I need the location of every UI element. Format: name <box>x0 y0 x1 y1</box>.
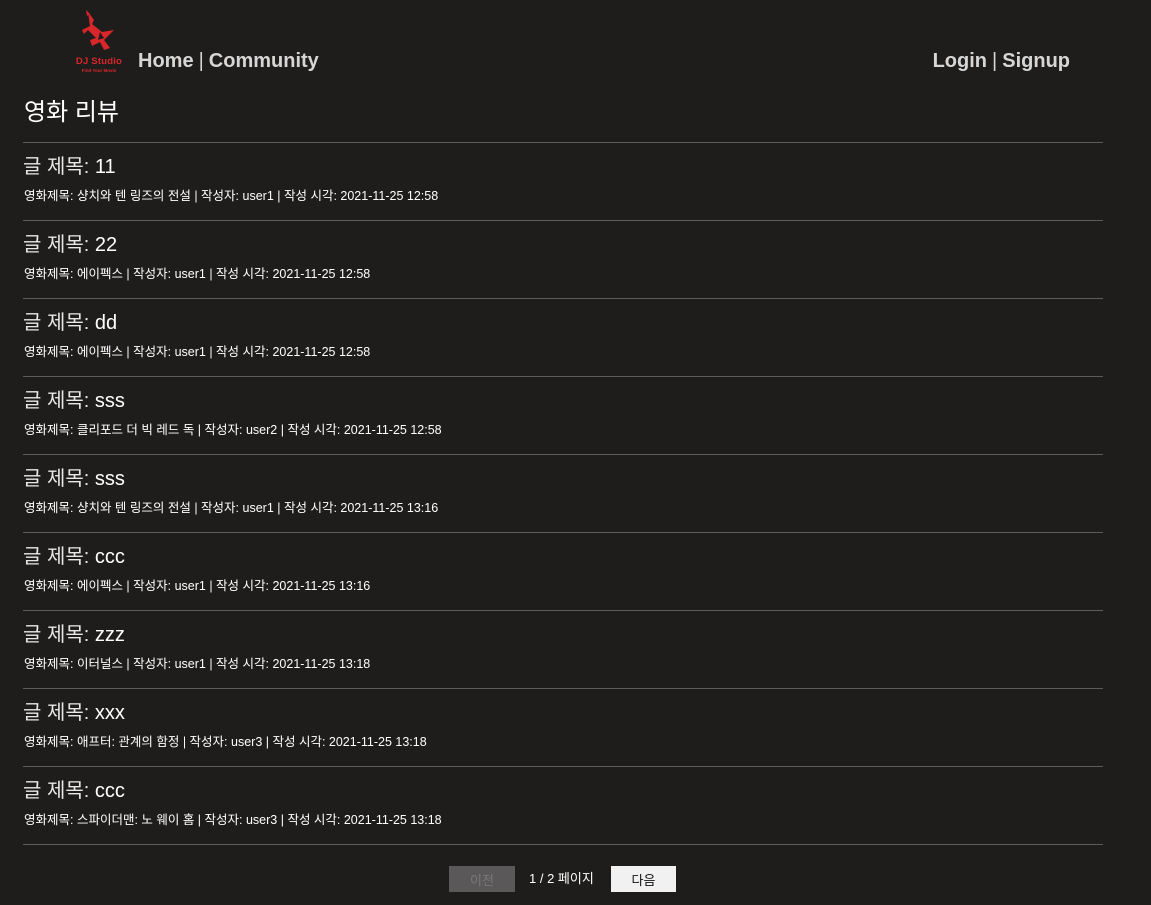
post-title-value: 22 <box>94 234 118 256</box>
nav-separator: | <box>198 50 204 72</box>
post-item[interactable]: 글 제목: xxx 영화제목: 애프터: 관계의 함정 | 작성자: user3… <box>23 689 1103 767</box>
post-item[interactable]: 글 제목: sss 영화제목: 클리포드 더 빅 레드 독 | 작성자: use… <box>23 377 1103 455</box>
post-title-value: xxx <box>94 702 125 724</box>
pagination: 이전 1 / 2 페이지 다음 <box>0 866 1151 892</box>
post-item[interactable]: 글 제목: ccc 영화제목: 스파이더맨: 노 웨이 홈 | 작성자: use… <box>23 767 1103 845</box>
post-title-value: sss <box>94 468 125 490</box>
post-title: 글 제목: ccc <box>23 544 125 570</box>
post-meta: 영화제목: 이터널스 | 작성자: user1 | 작성 시각: 2021-11… <box>24 657 371 671</box>
post-item[interactable]: 글 제목: dd 영화제목: 에이펙스 | 작성자: user1 | 작성 시각… <box>23 299 1103 377</box>
post-title-label: 글 제목: <box>23 390 95 412</box>
post-meta: 영화제목: 스파이더맨: 노 웨이 홈 | 작성자: user3 | 작성 시각… <box>24 813 442 827</box>
post-meta: 영화제목: 에이펙스 | 작성자: user1 | 작성 시각: 2021-11… <box>24 267 371 281</box>
post-title-label: 글 제목: <box>23 312 95 334</box>
post-title-value: zzz <box>94 624 125 646</box>
post-title: 글 제목: 22 <box>23 232 117 258</box>
nav-home-link[interactable]: Home <box>138 50 194 72</box>
post-title: 글 제목: xxx <box>23 700 125 726</box>
post-meta: 영화제목: 클리포드 더 빅 레드 독 | 작성자: user2 | 작성 시각… <box>24 423 442 437</box>
post-item[interactable]: 글 제목: zzz 영화제목: 이터널스 | 작성자: user1 | 작성 시… <box>23 611 1103 689</box>
nav-signup-link[interactable]: Signup <box>1002 50 1070 72</box>
navbar: DJ Studio Find Your Movie Home | Community… <box>0 0 1151 95</box>
post-meta: 영화제목: 샹치와 텐 링즈의 전설 | 작성자: user1 | 작성 시각:… <box>24 189 439 203</box>
post-title-value: dd <box>94 312 118 334</box>
brand-logo[interactable]: DJ Studio Find Your Movie <box>74 10 124 76</box>
post-meta: 영화제목: 에이펙스 | 작성자: user1 | 작성 시각: 2021-11… <box>24 579 371 593</box>
post-title-label: 글 제목: <box>23 702 95 724</box>
nav-separator: | <box>992 50 998 72</box>
nav-community-link[interactable]: Community <box>209 50 319 72</box>
post-meta: 영화제목: 에이펙스 | 작성자: user1 | 작성 시각: 2021-11… <box>24 345 371 359</box>
page-title: 영화 리뷰 <box>24 99 119 126</box>
nav-login-link[interactable]: Login <box>933 50 987 72</box>
auth-nav: Login | Signup <box>933 48 1070 74</box>
page-indicator: 1 / 2 페이지 <box>529 871 594 886</box>
post-item[interactable]: 글 제목: 22 영화제목: 에이펙스 | 작성자: user1 | 작성 시각… <box>23 221 1103 299</box>
post-item[interactable]: 글 제목: ccc 영화제목: 에이펙스 | 작성자: user1 | 작성 시… <box>23 533 1103 611</box>
post-title: 글 제목: dd <box>23 310 117 336</box>
post-meta: 영화제목: 애프터: 관계의 함정 | 작성자: user3 | 작성 시각: … <box>24 735 427 749</box>
post-title-value: ccc <box>94 780 125 802</box>
post-title: 글 제목: 11 <box>23 154 116 180</box>
post-item[interactable]: 글 제목: 11 영화제목: 샹치와 텐 링즈의 전설 | 작성자: user1… <box>23 143 1103 221</box>
post-title-label: 글 제목: <box>23 624 95 646</box>
post-title-value: ccc <box>94 546 125 568</box>
post-title-label: 글 제목: <box>23 156 95 178</box>
prev-page-button[interactable]: 이전 <box>449 866 515 892</box>
next-page-button[interactable]: 다음 <box>611 866 676 892</box>
post-title-value: sss <box>94 390 125 412</box>
logo-tagline: Find Your Movie <box>81 68 117 73</box>
post-list: 글 제목: 11 영화제목: 샹치와 텐 링즈의 전설 | 작성자: user1… <box>23 143 1103 845</box>
post-title-label: 글 제목: <box>23 468 95 490</box>
post-title-label: 글 제목: <box>23 234 95 256</box>
post-item[interactable]: 글 제목: sss 영화제목: 샹치와 텐 링즈의 전설 | 작성자: user… <box>23 455 1103 533</box>
post-title: 글 제목: zzz <box>23 622 125 648</box>
primary-nav: Home | Community <box>138 48 319 74</box>
post-title: 글 제목: sss <box>23 466 125 492</box>
logo-text: DJ Studio <box>75 56 123 67</box>
post-title-label: 글 제목: <box>23 780 95 802</box>
post-title-value: 11 <box>94 156 116 178</box>
post-title: 글 제목: ccc <box>23 778 125 804</box>
dancer-logo-icon <box>82 10 114 50</box>
post-title-label: 글 제목: <box>23 546 95 568</box>
post-meta: 영화제목: 샹치와 텐 링즈의 전설 | 작성자: user1 | 작성 시각:… <box>24 501 439 515</box>
post-title: 글 제목: sss <box>23 388 125 414</box>
